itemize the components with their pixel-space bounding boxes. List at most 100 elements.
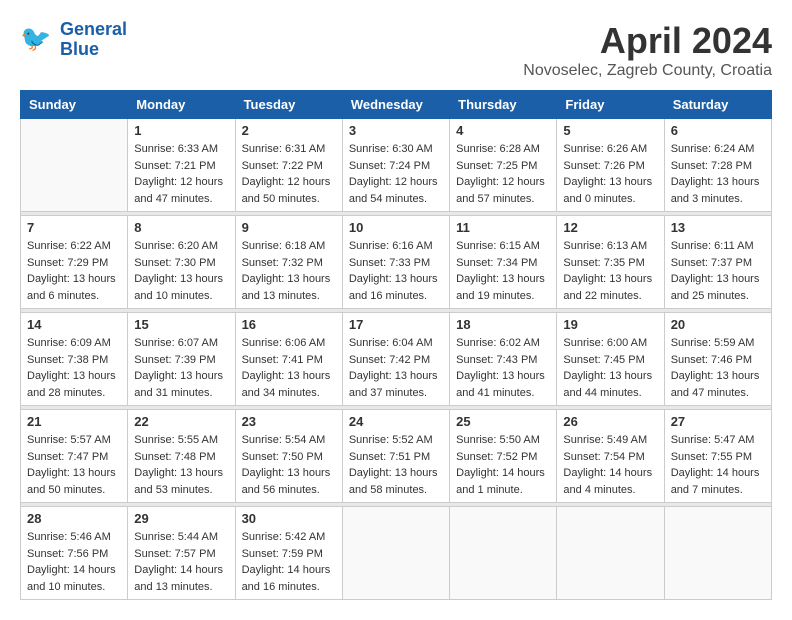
day-number: 16 bbox=[242, 317, 336, 332]
week-row: 7 Sunrise: 6:22 AMSunset: 7:29 PMDaylight… bbox=[21, 216, 772, 309]
day-number: 29 bbox=[134, 511, 228, 526]
calendar-cell: 21 Sunrise: 5:57 AMSunset: 7:47 PMDayligh… bbox=[21, 410, 128, 503]
day-of-week-header: Thursday bbox=[450, 91, 557, 119]
calendar-cell: 16 Sunrise: 6:06 AMSunset: 7:41 PMDayligh… bbox=[235, 313, 342, 406]
day-number: 21 bbox=[27, 414, 121, 429]
day-info: Sunrise: 6:06 AMSunset: 7:41 PMDaylight:… bbox=[242, 335, 336, 401]
day-info: Sunrise: 6:16 AMSunset: 7:33 PMDaylight:… bbox=[349, 238, 443, 304]
day-info: Sunrise: 6:28 AMSunset: 7:25 PMDaylight:… bbox=[456, 141, 550, 207]
day-number: 8 bbox=[134, 220, 228, 235]
calendar-cell: 30 Sunrise: 5:42 AMSunset: 7:59 PMDayligh… bbox=[235, 507, 342, 600]
calendar-cell bbox=[450, 507, 557, 600]
day-of-week-header: Friday bbox=[557, 91, 664, 119]
day-number: 3 bbox=[349, 123, 443, 138]
calendar-cell: 12Sunrise: 6:13 AMSunset: 7:35 PMDayligh… bbox=[557, 216, 664, 309]
day-info: Sunrise: 5:49 AMSunset: 7:54 PMDaylight:… bbox=[563, 432, 657, 498]
day-info: Sunrise: 5:47 AMSunset: 7:55 PMDaylight:… bbox=[671, 432, 765, 498]
day-info: Sunrise: 6:11 AMSunset: 7:37 PMDaylight:… bbox=[671, 238, 765, 304]
calendar-cell bbox=[21, 119, 128, 212]
page-header: 🐦 General Blue April 2024 Novoselec, Zag… bbox=[20, 20, 772, 80]
day-number: 15 bbox=[134, 317, 228, 332]
svg-text:🐦: 🐦 bbox=[20, 25, 51, 53]
day-of-week-header: Monday bbox=[128, 91, 235, 119]
day-number: 5 bbox=[563, 123, 657, 138]
day-number: 30 bbox=[242, 511, 336, 526]
day-of-week-header: Tuesday bbox=[235, 91, 342, 119]
day-number: 17 bbox=[349, 317, 443, 332]
title-section: April 2024 Novoselec, Zagreb County, Cro… bbox=[523, 20, 772, 80]
day-info: Sunrise: 5:57 AMSunset: 7:47 PMDaylight:… bbox=[27, 432, 121, 498]
day-of-week-header: Wednesday bbox=[342, 91, 449, 119]
day-number: 25 bbox=[456, 414, 550, 429]
calendar-cell: 28 Sunrise: 5:46 AMSunset: 7:56 PMDayligh… bbox=[21, 507, 128, 600]
day-of-week-header: Saturday bbox=[664, 91, 771, 119]
calendar-cell: 3Sunrise: 6:30 AMSunset: 7:24 PMDaylight… bbox=[342, 119, 449, 212]
day-info: Sunrise: 6:20 AMSunset: 7:30 PMDaylight:… bbox=[134, 238, 228, 304]
calendar-cell: 26 Sunrise: 5:49 AMSunset: 7:54 PMDayligh… bbox=[557, 410, 664, 503]
day-number: 19 bbox=[563, 317, 657, 332]
day-info: Sunrise: 6:09 AMSunset: 7:38 PMDaylight:… bbox=[27, 335, 121, 401]
day-info: Sunrise: 6:31 AMSunset: 7:22 PMDaylight:… bbox=[242, 141, 336, 207]
day-info: Sunrise: 5:42 AMSunset: 7:59 PMDaylight:… bbox=[242, 529, 336, 595]
day-number: 1 bbox=[134, 123, 228, 138]
logo-line1: General bbox=[60, 19, 127, 39]
day-info: Sunrise: 5:52 AMSunset: 7:51 PMDaylight:… bbox=[349, 432, 443, 498]
day-info: Sunrise: 5:59 AMSunset: 7:46 PMDaylight:… bbox=[671, 335, 765, 401]
day-number: 6 bbox=[671, 123, 765, 138]
calendar-cell: 14 Sunrise: 6:09 AMSunset: 7:38 PMDayligh… bbox=[21, 313, 128, 406]
day-info: Sunrise: 6:04 AMSunset: 7:42 PMDaylight:… bbox=[349, 335, 443, 401]
day-number: 26 bbox=[563, 414, 657, 429]
week-row: 14 Sunrise: 6:09 AMSunset: 7:38 PMDayligh… bbox=[21, 313, 772, 406]
calendar-cell: 4 Sunrise: 6:28 AMSunset: 7:25 PMDaylight… bbox=[450, 119, 557, 212]
day-number: 28 bbox=[27, 511, 121, 526]
logo-line2: Blue bbox=[60, 39, 99, 59]
day-number: 9 bbox=[242, 220, 336, 235]
calendar-cell bbox=[342, 507, 449, 600]
day-info: Sunrise: 6:07 AMSunset: 7:39 PMDaylight:… bbox=[134, 335, 228, 401]
calendar-header: SundayMondayTuesdayWednesdayThursdayFrid… bbox=[21, 91, 772, 119]
week-row: 28 Sunrise: 5:46 AMSunset: 7:56 PMDayligh… bbox=[21, 507, 772, 600]
day-number: 7 bbox=[27, 220, 121, 235]
day-number: 11 bbox=[456, 220, 550, 235]
day-number: 14 bbox=[27, 317, 121, 332]
calendar-cell bbox=[664, 507, 771, 600]
calendar-cell: 10Sunrise: 6:16 AMSunset: 7:33 PMDayligh… bbox=[342, 216, 449, 309]
calendar-cell: 24 Sunrise: 5:52 AMSunset: 7:51 PMDayligh… bbox=[342, 410, 449, 503]
calendar-cell: 7 Sunrise: 6:22 AMSunset: 7:29 PMDaylight… bbox=[21, 216, 128, 309]
calendar-cell: 1Sunrise: 6:33 AMSunset: 7:21 PMDaylight… bbox=[128, 119, 235, 212]
day-info: Sunrise: 5:55 AMSunset: 7:48 PMDaylight:… bbox=[134, 432, 228, 498]
calendar-cell: 18Sunrise: 6:02 AMSunset: 7:43 PMDayligh… bbox=[450, 313, 557, 406]
day-info: Sunrise: 6:24 AMSunset: 7:28 PMDaylight:… bbox=[671, 141, 765, 207]
calendar-cell bbox=[557, 507, 664, 600]
day-number: 23 bbox=[242, 414, 336, 429]
calendar-cell: 8 Sunrise: 6:20 AMSunset: 7:30 PMDaylight… bbox=[128, 216, 235, 309]
calendar-body: 1Sunrise: 6:33 AMSunset: 7:21 PMDaylight… bbox=[21, 119, 772, 600]
day-info: Sunrise: 6:15 AMSunset: 7:34 PMDaylight:… bbox=[456, 238, 550, 304]
day-info: Sunrise: 5:54 AMSunset: 7:50 PMDaylight:… bbox=[242, 432, 336, 498]
logo-icon: 🐦 bbox=[20, 22, 56, 58]
calendar-cell: 20 Sunrise: 5:59 AMSunset: 7:46 PMDayligh… bbox=[664, 313, 771, 406]
day-info: Sunrise: 5:50 AMSunset: 7:52 PMDaylight:… bbox=[456, 432, 550, 498]
day-number: 4 bbox=[456, 123, 550, 138]
calendar-cell: 5Sunrise: 6:26 AMSunset: 7:26 PMDaylight… bbox=[557, 119, 664, 212]
day-info: Sunrise: 6:13 AMSunset: 7:35 PMDaylight:… bbox=[563, 238, 657, 304]
day-number: 24 bbox=[349, 414, 443, 429]
week-row: 1Sunrise: 6:33 AMSunset: 7:21 PMDaylight… bbox=[21, 119, 772, 212]
day-info: Sunrise: 6:22 AMSunset: 7:29 PMDaylight:… bbox=[27, 238, 121, 304]
day-info: Sunrise: 5:46 AMSunset: 7:56 PMDaylight:… bbox=[27, 529, 121, 595]
calendar-cell: 19 Sunrise: 6:00 AMSunset: 7:45 PMDayligh… bbox=[557, 313, 664, 406]
day-number: 20 bbox=[671, 317, 765, 332]
day-info: Sunrise: 6:00 AMSunset: 7:45 PMDaylight:… bbox=[563, 335, 657, 401]
calendar-cell: 15 Sunrise: 6:07 AMSunset: 7:39 PMDayligh… bbox=[128, 313, 235, 406]
logo: 🐦 General Blue bbox=[20, 20, 127, 60]
calendar-cell: 17 Sunrise: 6:04 AMSunset: 7:42 PMDayligh… bbox=[342, 313, 449, 406]
week-row: 21 Sunrise: 5:57 AMSunset: 7:47 PMDayligh… bbox=[21, 410, 772, 503]
days-of-week-row: SundayMondayTuesdayWednesdayThursdayFrid… bbox=[21, 91, 772, 119]
calendar-cell: 25 Sunrise: 5:50 AMSunset: 7:52 PMDayligh… bbox=[450, 410, 557, 503]
day-of-week-header: Sunday bbox=[21, 91, 128, 119]
month-title: April 2024 bbox=[523, 20, 772, 62]
calendar-cell: 2Sunrise: 6:31 AMSunset: 7:22 PMDaylight… bbox=[235, 119, 342, 212]
day-info: Sunrise: 6:02 AMSunset: 7:43 PMDaylight:… bbox=[456, 335, 550, 401]
location: Novoselec, Zagreb County, Croatia bbox=[523, 62, 772, 80]
calendar-table: SundayMondayTuesdayWednesdayThursdayFrid… bbox=[20, 90, 772, 600]
